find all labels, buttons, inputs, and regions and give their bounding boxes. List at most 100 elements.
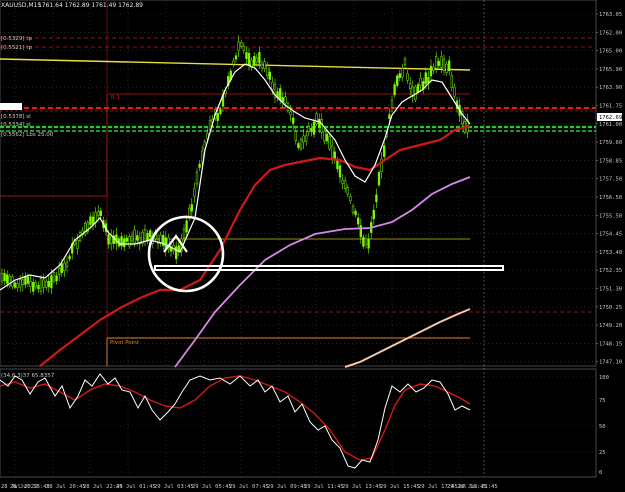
candle-body	[333, 151, 336, 159]
candle-body	[123, 238, 126, 248]
candle-body	[305, 135, 308, 142]
candle-body	[237, 41, 240, 51]
candle-body	[3, 273, 6, 282]
price-tick-label: 1751.30	[599, 287, 622, 293]
candle-body	[208, 120, 212, 130]
candle-body	[193, 188, 196, 197]
candle-body	[453, 86, 456, 97]
price-tick-label: 1762.00	[599, 30, 622, 36]
candle-body	[128, 236, 131, 247]
price-tick-label: 1763.90	[599, 85, 622, 91]
osc-tick-label: 0	[599, 470, 602, 476]
candle-body	[325, 133, 329, 142]
candle-body	[429, 65, 433, 77]
candle-body	[65, 261, 69, 267]
candle-body	[312, 121, 316, 135]
candle-body	[331, 145, 334, 158]
time-tick-label: 29 Jul 01:45	[116, 484, 156, 490]
candle-body	[110, 235, 113, 244]
symbol-title: XAUUSD,M15	[1, 2, 41, 9]
candle-body	[50, 275, 53, 289]
price-tick-label: 1757.50	[599, 177, 622, 183]
time-tick-label: 29 Jul 03:45	[154, 484, 194, 490]
candle-body	[91, 216, 95, 225]
price-tick-label: 1765.90	[599, 67, 622, 73]
candle-body	[310, 128, 313, 132]
candle-body	[130, 235, 134, 242]
candle-body	[201, 150, 204, 163]
candle-body	[383, 145, 386, 157]
candle-body	[268, 71, 271, 80]
time-tick-label: 28 Jul 20:45	[46, 484, 86, 490]
candle-body	[440, 56, 443, 68]
candle-body	[37, 285, 40, 290]
candle-body	[367, 238, 370, 249]
candle-body	[364, 238, 368, 245]
price-tick-label: 1748.15	[599, 341, 622, 347]
candle-body	[393, 84, 396, 96]
candle-body	[240, 42, 243, 47]
candle-body	[219, 108, 222, 114]
candle-body	[320, 119, 323, 133]
candle-body	[34, 282, 37, 288]
oscillator-axis: 100 75 50 25 0	[599, 375, 609, 476]
candle-body	[6, 274, 9, 284]
main-chart-area[interactable]	[0, 0, 597, 367]
candle-body	[182, 228, 186, 238]
candle-body	[289, 111, 292, 116]
candle-body	[45, 281, 48, 288]
candle-body	[432, 66, 435, 71]
time-tick-label: 29 Jul 13:45	[342, 484, 382, 490]
candle-body	[216, 113, 219, 121]
time-axis[interactable]: 28 Jul 202228 Jul 18:4528 Jul 20:4528 Ju…	[1, 484, 498, 490]
candle-body	[315, 113, 318, 125]
candle-body	[354, 210, 357, 216]
time-tick-label: 29 Jul 15:45	[380, 484, 420, 490]
osc-tick-label: 75	[599, 398, 606, 404]
price-tick-label: 1758.85	[599, 158, 622, 164]
candle-body	[263, 61, 266, 69]
candle-body	[284, 96, 287, 104]
candle-body	[419, 78, 422, 86]
price-tick-label: 1753.40	[599, 250, 622, 256]
candle-body	[437, 60, 440, 66]
candle-body	[16, 283, 19, 288]
candle-body	[39, 278, 43, 292]
price-tick-label: 1763.05	[599, 12, 622, 18]
candle-body	[416, 84, 420, 92]
candle-body	[198, 163, 201, 168]
time-tick-label: 29 Jul 11:45	[304, 484, 344, 490]
osc-tick-label: 100	[599, 375, 609, 381]
candle-body	[136, 235, 139, 241]
candle-body	[185, 220, 188, 233]
oscillator-area[interactable]	[0, 368, 597, 478]
price-axis[interactable]: 1763.05 1762.00 1765.00 1765.90 1763.90 1761.…	[596, 12, 622, 366]
candle-body	[76, 240, 79, 249]
candle-body	[450, 75, 453, 88]
candle-body	[32, 281, 35, 292]
candle-body	[336, 160, 339, 170]
price-tick-label: 1761.00	[599, 122, 622, 128]
current-price-label: 1762.69	[599, 115, 622, 121]
candle-body	[323, 130, 326, 142]
ohlc-readout: 1761.64 1762.89 1761.49 1762.89	[38, 2, 143, 9]
trade-label-tp1: [0.5329] tp	[1, 36, 32, 42]
candle-body	[21, 279, 24, 285]
candle-body	[234, 55, 238, 60]
candle-body	[0, 272, 4, 282]
osc-tick-label: 25	[599, 450, 606, 456]
price-tick-label: 1752.35	[599, 268, 622, 274]
candle-body	[344, 180, 347, 189]
trading-chart[interactable]: R 1 Pivot Point XAUUSD,M15 1761.64 1762.…	[0, 0, 625, 492]
time-tick-label: 29 Jul 07:45	[229, 484, 269, 490]
price-tick-label: 1761.75	[599, 104, 622, 110]
pivot-point-label: Pivot Point	[110, 340, 140, 346]
candle-body	[372, 209, 375, 220]
r1-label: R 1	[111, 95, 120, 101]
price-tick-label: 1754.45	[599, 232, 622, 238]
order-tag[interactable]	[0, 103, 22, 110]
candle-body	[247, 52, 251, 66]
price-tick-label: 1755.50	[599, 213, 622, 219]
candle-body	[377, 171, 381, 186]
candle-body	[351, 206, 355, 214]
